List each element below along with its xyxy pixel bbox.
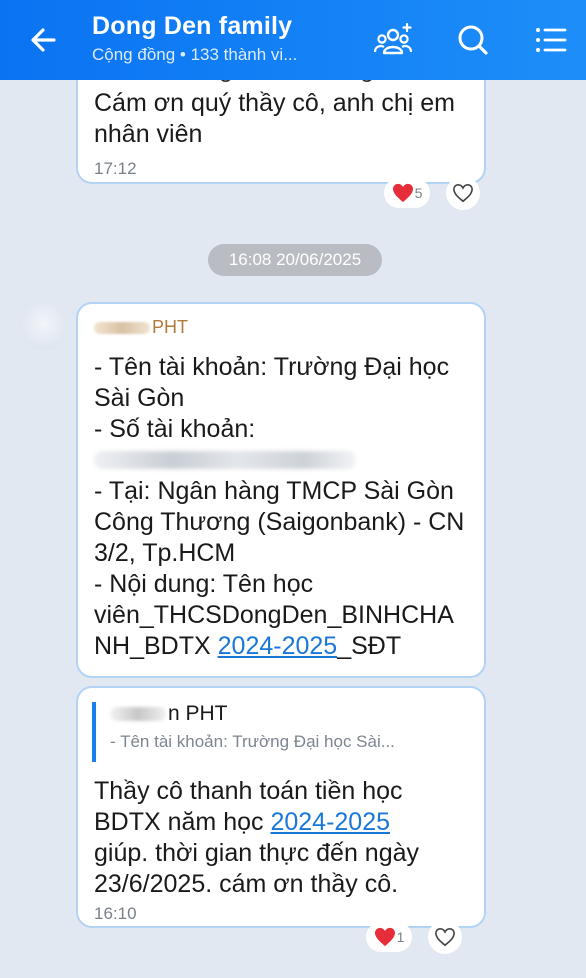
message-line-text: NH_BDTX: [94, 632, 218, 660]
message-line: Công Thương (Saigonbank) - CN: [94, 508, 465, 536]
heart-icon: [374, 927, 395, 947]
message-time: 17:12: [94, 159, 137, 178]
message-line: 23/6/2025. cám ơn thầy cô.: [94, 870, 399, 898]
message-line-tail: _SĐT: [337, 632, 402, 660]
reaction-badge[interactable]: 5: [384, 178, 430, 208]
heart-outline-icon: [453, 183, 473, 203]
message-line: nhân viên: [94, 120, 203, 148]
message-text: đoàn trường THCS Đồng Đen. Cám ơn quý th…: [94, 55, 474, 150]
quote-sender: n PHT: [110, 702, 474, 726]
date-separator: 16:08 20/06/2025: [208, 244, 382, 276]
quoted-message[interactable]: n PHT - Tên tài khoản: Trường Đại học Sà…: [92, 702, 474, 762]
avatar[interactable]: [20, 302, 68, 350]
header-overlay: Dong Den family Cộng đồng • 133 thành vi…: [0, 0, 586, 80]
search-icon: [458, 25, 488, 55]
message-line: - Nội dung: Tên học: [94, 570, 314, 598]
arrow-left-icon: [31, 28, 56, 52]
message-line: BDTX năm học 2024-2025: [94, 807, 474, 838]
menu-button[interactable]: [530, 20, 572, 60]
reaction-count: 1: [396, 929, 405, 945]
message-line: 3/2, Tp.HCM: [94, 539, 236, 567]
message-line: Thầy cô thanh toán tiền học: [94, 777, 403, 805]
reaction-badge[interactable]: 1: [366, 922, 412, 952]
reaction-count: 5: [414, 185, 423, 201]
message-line: - Tên tài khoản: Trường Đại học: [94, 353, 450, 381]
chat-title-area[interactable]: Dong Den family Cộng đồng • 133 thành vi…: [92, 12, 362, 65]
message-line: NH_BDTX 2024-2025_SĐT: [94, 631, 479, 662]
heart-icon: [392, 183, 413, 203]
search-button[interactable]: [452, 20, 494, 60]
message-line: giúp. thời gian thực đến ngày: [94, 839, 420, 867]
message-bubble[interactable]: n PHT - Tên tài khoản: Trường Đại học Sà…: [76, 686, 486, 928]
sender-name[interactable]: PHT: [94, 317, 188, 338]
message-bubble[interactable]: PHT - Tên tài khoản: Trường Đại học Sài …: [76, 302, 486, 678]
add-member-icon: [373, 22, 413, 55]
year-link[interactable]: 2024-2025: [270, 808, 390, 836]
sender-name-suffix: PHT: [152, 317, 188, 337]
group-name: Dong Den family: [92, 12, 293, 40]
group-subtitle: Cộng đồng • 133 thành vi...: [92, 45, 298, 64]
quote-preview: - Tên tài khoản: Trường Đại học Sài...: [110, 732, 395, 751]
message-line: - Số tài khoản:: [94, 415, 256, 443]
back-button[interactable]: [24, 22, 64, 58]
redacted-name: [110, 707, 166, 722]
message-line: - Tại: Ngân hàng TMCP Sài Gòn: [94, 477, 454, 505]
menu-list-icon: [536, 28, 567, 52]
year-link[interactable]: 2024-2025: [218, 632, 338, 660]
message-text: - Tên tài khoản: Trường Đại học Sài Gòn …: [94, 352, 479, 662]
add-member-button[interactable]: [372, 20, 414, 60]
message-line: Cám ơn quý thầy cô, anh chị em: [94, 89, 456, 117]
like-button[interactable]: [428, 920, 462, 954]
message-time: 16:10: [94, 904, 137, 923]
quote-sender-suffix: n PHT: [168, 702, 228, 725]
redacted-name: [94, 322, 150, 335]
heart-outline-icon: [435, 927, 455, 947]
message-text: Thầy cô thanh toán tiền học BDTX năm học…: [94, 776, 474, 900]
redacted-account-number: [94, 451, 356, 469]
like-button[interactable]: [446, 176, 480, 210]
message-line-text: BDTX năm học: [94, 808, 271, 836]
message-line: Sài Gòn: [94, 384, 185, 412]
message-line: viên_THCSDongDen_BINHCHA: [94, 601, 454, 629]
